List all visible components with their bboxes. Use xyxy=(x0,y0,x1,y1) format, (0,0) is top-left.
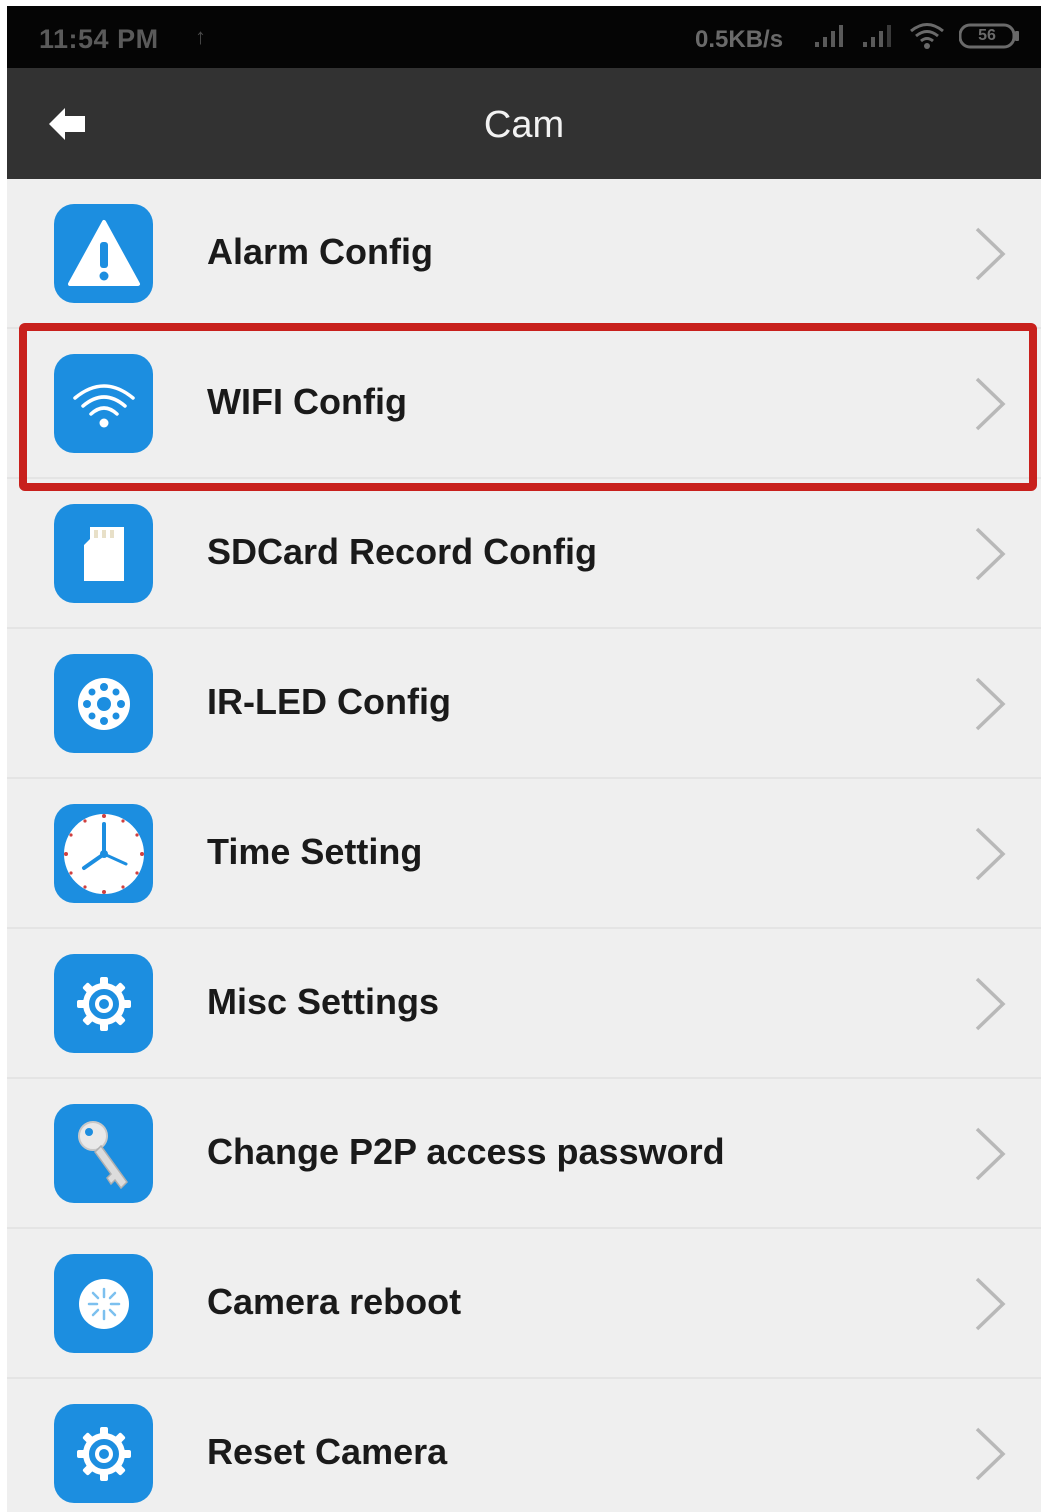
reboot-icon xyxy=(54,1254,153,1353)
menu-item-label: Alarm Config xyxy=(207,231,434,272)
chevron-right-icon xyxy=(975,527,1006,581)
phone-screen: 11:54 PM ↑ 0.5KB/s 56 Cam Alarm Config W… xyxy=(7,6,1041,1512)
menu-item-camera-reboot[interactable]: Camera reboot xyxy=(7,1229,1041,1379)
sdcard-icon xyxy=(54,504,153,603)
chevron-right-icon xyxy=(975,1427,1006,1481)
battery-icon: 56 xyxy=(959,23,1021,49)
chevron-right-icon xyxy=(975,227,1006,281)
menu-item-label: Time Setting xyxy=(207,831,423,872)
menu-item-wifi-config[interactable]: WIFI Config xyxy=(7,329,1041,479)
gear-icon xyxy=(54,954,153,1053)
status-indicator: ↑ xyxy=(195,24,206,49)
menu-item-time-setting[interactable]: Time Setting xyxy=(7,779,1041,929)
key-icon xyxy=(54,1104,153,1203)
menu-item-label: Misc Settings xyxy=(207,981,440,1022)
chevron-right-icon xyxy=(975,977,1006,1031)
settings-menu: Alarm Config WIFI Config SDCard Record C… xyxy=(7,179,1041,1512)
chevron-right-icon xyxy=(975,1127,1006,1181)
menu-item-label: Camera reboot xyxy=(207,1281,462,1322)
menu-item-sdcard-record-config[interactable]: SDCard Record Config xyxy=(7,479,1041,629)
menu-item-ir-led-config[interactable]: IR-LED Config xyxy=(7,629,1041,779)
gear-icon xyxy=(54,1404,153,1503)
menu-item-label: WIFI Config xyxy=(207,381,407,422)
wifi-icon xyxy=(910,23,944,49)
menu-item-change-p2p-password[interactable]: Change P2P access password xyxy=(7,1079,1041,1229)
wifi-icon xyxy=(54,354,153,453)
status-time: 11:54 PM xyxy=(39,24,159,54)
chevron-right-icon xyxy=(975,377,1006,431)
chevron-right-icon xyxy=(975,1277,1006,1331)
signal-icon xyxy=(863,25,891,47)
menu-item-alarm-config[interactable]: Alarm Config xyxy=(7,179,1041,329)
menu-item-misc-settings[interactable]: Misc Settings xyxy=(7,929,1041,1079)
clock-icon xyxy=(54,804,153,903)
menu-item-label: IR-LED Config xyxy=(207,681,451,722)
menu-item-label: Reset Camera xyxy=(207,1431,448,1472)
status-bar: 11:54 PM ↑ 0.5KB/s 56 xyxy=(7,6,1041,68)
menu-item-label: Change P2P access password xyxy=(207,1131,725,1172)
network-speed: 0.5KB/s xyxy=(695,26,784,53)
menu-item-label: SDCard Record Config xyxy=(207,531,598,572)
chevron-right-icon xyxy=(975,827,1006,881)
app-bar: Cam xyxy=(7,68,1041,179)
chevron-right-icon xyxy=(975,677,1006,731)
ir-led-icon xyxy=(54,654,153,753)
signal-icon xyxy=(815,25,843,47)
page-title: Cam xyxy=(483,104,565,146)
battery-level: 56 xyxy=(978,27,996,44)
status-icons: 56 xyxy=(813,22,1021,50)
warning-icon xyxy=(54,204,153,303)
menu-item-reset-camera[interactable]: Reset Camera xyxy=(7,1379,1041,1512)
